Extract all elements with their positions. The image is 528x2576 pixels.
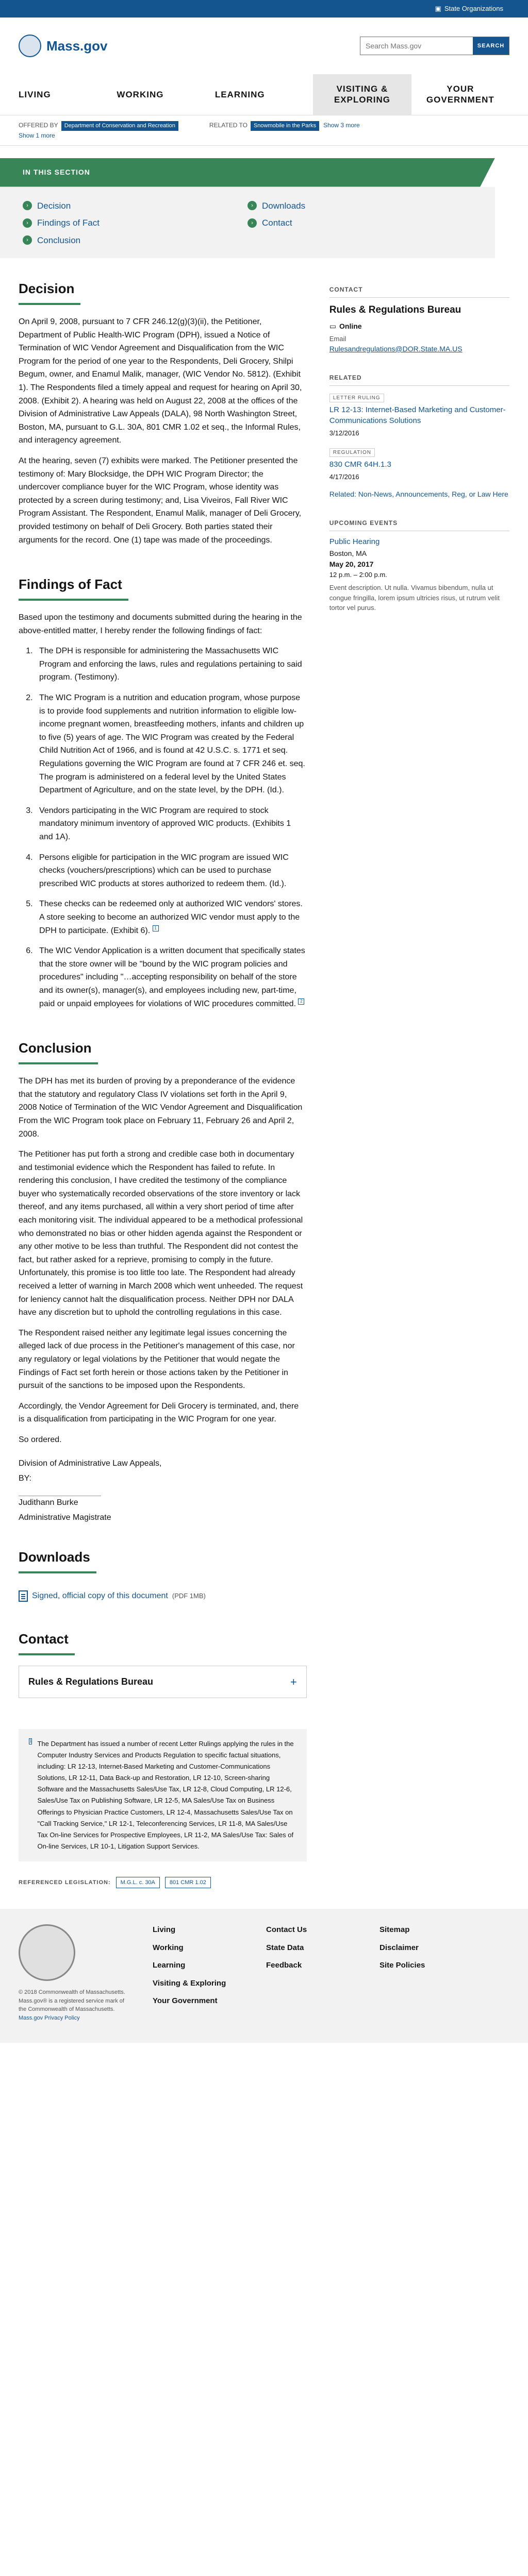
arrow-right-icon: › [23, 218, 32, 228]
related-link[interactable]: LR 12-13: Internet-Based Marketing and C… [329, 404, 509, 426]
download-link[interactable]: Signed, official copy of this document (… [19, 1584, 307, 1608]
privacy-link[interactable]: Mass.gov Privacy Policy [19, 2015, 80, 2021]
list-item: LETTER RULING LR 12-13: Internet-Based M… [329, 391, 509, 438]
site-header: Mass.gov SEARCH [0, 18, 528, 74]
plus-icon: + [290, 1675, 297, 1688]
related-topic[interactable]: Snowmobile in the Parks [250, 121, 320, 131]
search-button[interactable]: SEARCH [473, 37, 509, 55]
findings-intro: Based upon the testimony and documents s… [19, 613, 302, 635]
show-more-orgs[interactable]: Show 1 more [19, 132, 55, 139]
toc-contact[interactable]: › Contact [248, 216, 472, 230]
so-ordered: So ordered. [19, 1435, 62, 1444]
footer-link[interactable]: State Data [266, 1942, 359, 1954]
search-input[interactable] [360, 37, 473, 55]
conclusion-paragraph: The Petitioner has put forth a strong an… [19, 1150, 303, 1317]
footnote-marker[interactable]: 1 [29, 1738, 32, 1744]
show-more-related[interactable]: Show 3 more [323, 122, 360, 129]
main-content: Decision On April 9, 2008, pursuant to 7… [19, 258, 307, 1904]
email-link[interactable]: Rulesandregulations@DOR.State.MA.US [329, 344, 509, 354]
state-seal-icon [19, 1924, 75, 1981]
legislation-link[interactable]: 801 CMR 1.02 [164, 1876, 211, 1889]
decision-paragraph: At the hearing, seven (7) exhibits were … [19, 456, 302, 545]
footer-link[interactable]: Disclaimer [380, 1942, 472, 1954]
footer-column: Living Working Learning Visiting & Explo… [153, 1924, 245, 2022]
events-card: UPCOMING EVENTS Public Hearing Boston, M… [329, 518, 509, 613]
offered-by-org[interactable]: Department of Conservation and Recreatio… [61, 121, 178, 131]
arrow-right-icon: › [23, 235, 32, 245]
legislation-link[interactable]: M.G.L. c. 30A [116, 1876, 160, 1889]
footer-column: Contact Us State Data Feedback [266, 1924, 359, 2022]
nav-visiting-exploring[interactable]: Visiting & Exploring [313, 74, 411, 115]
footer-link[interactable]: Sitemap [380, 1924, 472, 1936]
list-item: These checks can be redeemed only at aut… [35, 897, 307, 937]
main-navigation: Living Working Learning Visiting & Explo… [0, 74, 528, 115]
conclusion-paragraph: The Respondent raised neither any legiti… [19, 1328, 295, 1391]
toc-findings[interactable]: › Findings of Fact [23, 216, 248, 230]
utility-bar: ▣ State Organizations [0, 0, 528, 18]
nav-living[interactable]: Living [19, 74, 117, 115]
list-item: Vendors participating in the WIC Program… [35, 804, 307, 844]
arrow-right-icon: › [248, 218, 257, 228]
nav-working[interactable]: Working [117, 74, 214, 115]
toc-decision[interactable]: › Decision [23, 199, 248, 213]
site-search: SEARCH [360, 37, 509, 55]
site-logo[interactable]: Mass.gov [19, 35, 108, 57]
decision-paragraph: On April 9, 2008, pursuant to 7 CFR 246.… [19, 317, 302, 445]
state-organizations-link[interactable]: ▣ State Organizations [435, 4, 503, 14]
toc-conclusion[interactable]: › Conclusion [23, 234, 248, 247]
nav-your-government[interactable]: Your Government [411, 74, 509, 115]
footer-link[interactable]: Feedback [266, 1960, 359, 1972]
footer-link[interactable]: Your Government [153, 1995, 245, 2007]
contact-card: CONTACT Rules & Regulations Bureau ▭ Onli… [329, 285, 509, 354]
state-seal-icon [19, 35, 41, 57]
sidebar: CONTACT Rules & Regulations Bureau ▭ Onli… [329, 258, 509, 1904]
findings-heading: Findings of Fact [19, 574, 128, 601]
related-card: RELATED LETTER RULING LR 12-13: Internet… [329, 373, 509, 500]
footer-column: Sitemap Disclaimer Site Policies [380, 1924, 472, 2022]
list-item: REGULATION 830 CMR 64H.1.3 4/17/2016 [329, 446, 509, 482]
conclusion-paragraph: The DPH has met its burden of proving by… [19, 1077, 303, 1139]
conclusion-paragraph: Accordingly, the Vendor Agreement for De… [19, 1401, 299, 1424]
list-item: The WIC Program is a nutrition and educa… [35, 691, 307, 797]
building-icon: ▣ [435, 5, 441, 13]
list-item: Persons eligible for participation in th… [35, 851, 307, 891]
laptop-icon: ▭ [329, 321, 336, 330]
footnote-marker[interactable]: 1 [152, 925, 159, 932]
related-more-link[interactable]: Related: Non-News, Announcements, Reg, o… [329, 489, 509, 500]
toc-downloads[interactable]: › Downloads [248, 199, 472, 213]
document-icon [19, 1590, 28, 1602]
footer-link[interactable]: Contact Us [266, 1924, 359, 1936]
footer-link[interactable]: Learning [153, 1960, 245, 1972]
contact-heading: Contact [19, 1629, 75, 1655]
referenced-legislation: REFERENCED LEGISLATION: M.G.L. c. 30A 80… [19, 1876, 307, 1889]
footnote-marker[interactable]: 2 [298, 998, 305, 1005]
list-item: The WIC Vendor Application is a written … [35, 944, 307, 1010]
footer-link[interactable]: Living [153, 1924, 245, 1936]
findings-list: The DPH is responsible for administering… [19, 645, 307, 1010]
signature-block: Division of Administrative Law Appeals, … [19, 1459, 162, 1522]
footer-link[interactable]: Working [153, 1942, 245, 1954]
decision-heading: Decision [19, 279, 81, 305]
table-of-contents: › Decision › Downloads › Findings of Fact ›… [0, 187, 495, 258]
contact-accordion[interactable]: Rules & Regulations Bureau + [19, 1665, 307, 1698]
organization-bar: OFFERED BY Department of Conservation and… [0, 115, 528, 146]
downloads-heading: Downloads [19, 1547, 96, 1573]
nav-learning[interactable]: Learning [215, 74, 313, 115]
footer-link[interactable]: Visiting & Exploring [153, 1978, 245, 1990]
conclusion-heading: Conclusion [19, 1038, 98, 1065]
footnote: 1 The Department has issued a number of … [19, 1728, 307, 1861]
list-item: The DPH is responsible for administering… [35, 645, 307, 684]
arrow-right-icon: › [23, 201, 32, 211]
site-footer: © 2018 Commonwealth of Massachusetts. Ma… [0, 1909, 528, 2043]
related-link[interactable]: 830 CMR 64H.1.3 [329, 459, 509, 470]
footer-link[interactable]: Site Policies [380, 1960, 472, 1972]
arrow-right-icon: › [248, 201, 257, 211]
event-link[interactable]: Public Hearing [329, 536, 509, 548]
section-heading: IN THIS SECTION [0, 158, 495, 187]
